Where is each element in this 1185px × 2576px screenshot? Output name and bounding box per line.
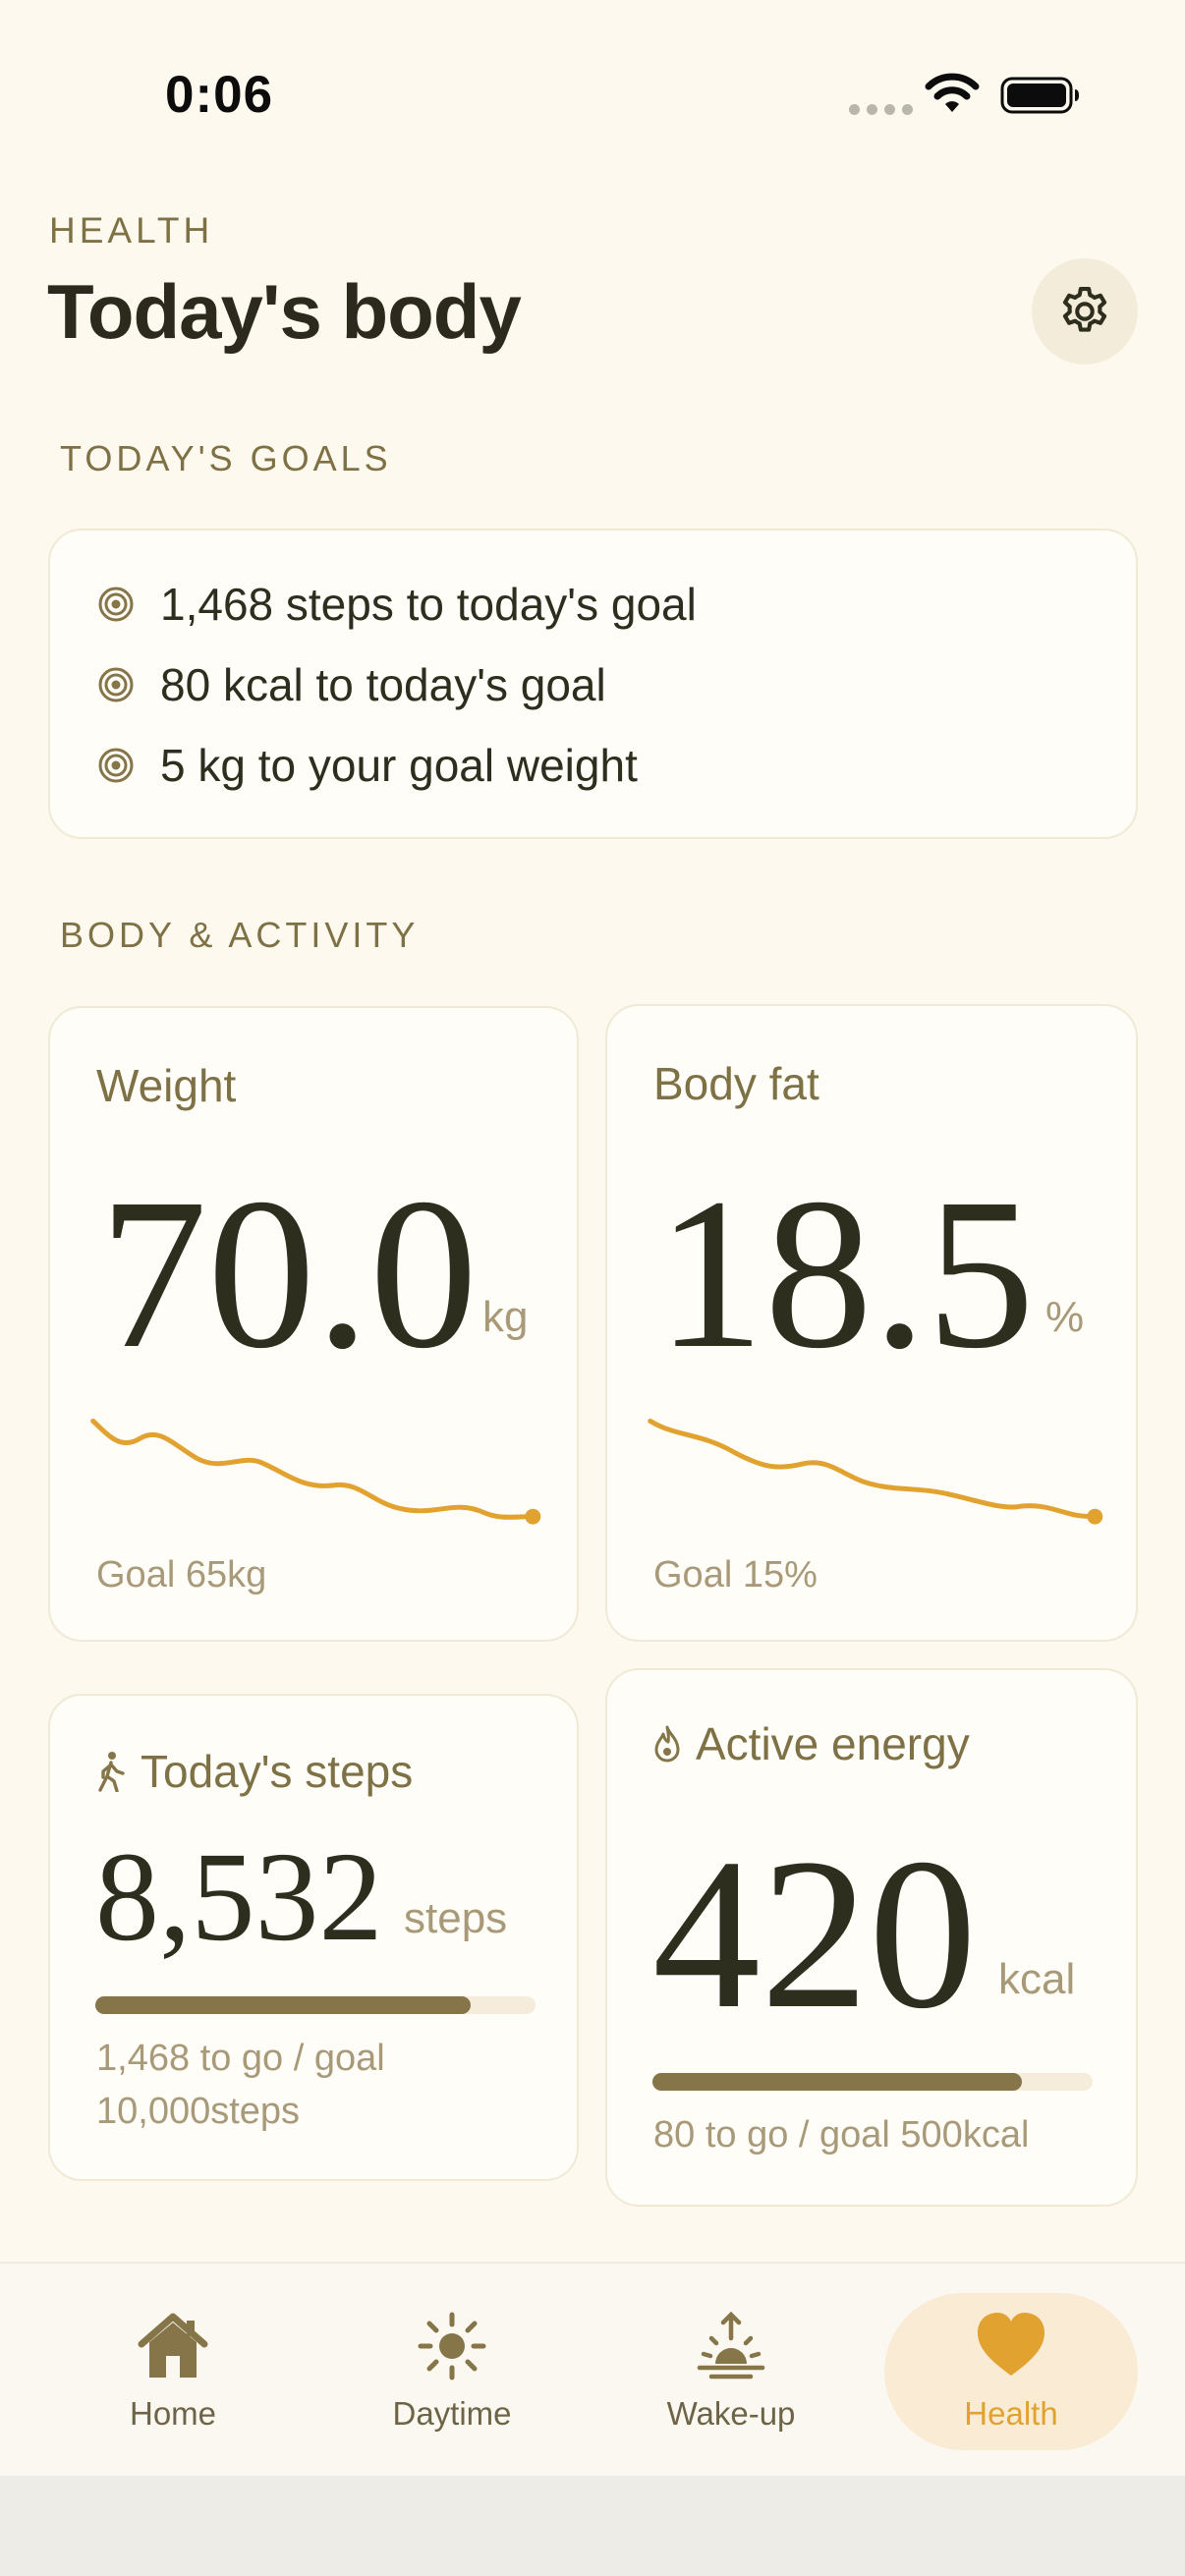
body-fat-label: Body fat	[653, 1058, 819, 1109]
status-time: 0:06	[165, 66, 274, 124]
status-bar: 0:06	[0, 0, 1185, 187]
cellular-signal-icon	[849, 104, 913, 115]
page-title: Today's body	[47, 268, 522, 355]
tab-wake-up[interactable]: Wake-up	[652, 2293, 810, 2450]
target-icon	[98, 667, 134, 702]
tab-bar: Home Daytime Wake-up Health	[0, 2262, 1185, 2476]
weight-goal: Goal 65kg	[96, 1554, 267, 1596]
energy-header: Active energy	[652, 1717, 970, 1770]
steps-value: 8,532	[95, 1826, 383, 1968]
energy-progress-fill	[652, 2073, 1023, 2091]
steps-remaining: 1,468 to go / goal 10,000steps	[96, 2032, 385, 2138]
goal-item: 5 kg to your goal weight	[97, 739, 638, 792]
weight-label: Weight	[96, 1060, 237, 1111]
energy-value: 420	[652, 1814, 977, 2053]
tab-home-label: Home	[129, 2395, 217, 2432]
steps-unit: steps	[404, 1894, 508, 1942]
flame-icon	[654, 1725, 680, 1763]
goals-section-label: TODAY'S GOALS	[60, 438, 392, 478]
steps-progress-fill	[95, 1996, 472, 2014]
tab-health[interactable]: Health	[884, 2293, 1138, 2450]
home-indicator-area	[0, 2476, 1185, 2576]
walking-person-icon	[98, 1752, 125, 1792]
target-icon	[98, 587, 134, 622]
goals-card: 1,468 steps to today's goal 80 kcal to t…	[48, 529, 1138, 839]
sun-icon	[418, 2312, 486, 2380]
heart-icon	[978, 2313, 1044, 2376]
weight-trend-sparkline	[90, 1418, 541, 1525]
steps-header: Today's steps	[95, 1745, 413, 1798]
active-energy-card[interactable]: Active energy 420 kcal 80 to go / goal 5…	[605, 1668, 1138, 2207]
goal-text: 1,468 steps to today's goal	[160, 579, 697, 630]
tab-home[interactable]: Home	[94, 2293, 252, 2450]
steps-label: Today's steps	[141, 1746, 414, 1797]
body-fat-trend-sparkline	[648, 1418, 1103, 1525]
weight-unit: kg	[482, 1293, 529, 1341]
body-fat-goal: Goal 15%	[653, 1554, 818, 1596]
tab-daytime[interactable]: Daytime	[373, 2293, 531, 2450]
steps-remaining-line2: 10,000steps	[96, 2091, 301, 2132]
gear-icon	[1062, 286, 1107, 332]
steps-remaining-line1: 1,468 to go / goal	[96, 2038, 385, 2079]
goal-text: 80 kcal to today's goal	[160, 659, 606, 710]
energy-unit: kcal	[998, 1955, 1076, 2003]
body-fat-value: 18.5	[656, 1153, 1035, 1393]
energy-progress-bar	[652, 2073, 1093, 2091]
battery-icon	[1000, 77, 1079, 114]
sunrise-icon	[697, 2311, 765, 2380]
target-icon	[98, 748, 134, 783]
tab-daytime-label: Daytime	[392, 2395, 512, 2432]
goal-text: 5 kg to your goal weight	[160, 740, 638, 791]
weight-card[interactable]: Weight 70.0 kg Goal 65kg	[48, 1006, 579, 1642]
goal-item: 1,468 steps to today's goal	[97, 578, 697, 631]
steps-progress-bar	[95, 1996, 536, 2014]
energy-remaining: 80 to go / goal 500kcal	[653, 2114, 1030, 2156]
wifi-icon	[925, 73, 980, 112]
weight-value: 70.0	[99, 1153, 478, 1393]
body-section-label: BODY & ACTIVITY	[60, 915, 420, 955]
goal-item: 80 kcal to today's goal	[97, 658, 606, 711]
tab-wake-up-label: Wake-up	[666, 2395, 796, 2432]
body-fat-unit: %	[1045, 1293, 1085, 1341]
steps-card[interactable]: Today's steps 8,532 steps 1,468 to go / …	[48, 1694, 579, 2181]
section-eyebrow: HEALTH	[49, 210, 214, 251]
settings-button[interactable]	[1032, 258, 1138, 364]
body-fat-card[interactable]: Body fat 18.5 % Goal 15%	[605, 1004, 1138, 1642]
energy-label: Active energy	[696, 1718, 970, 1769]
tab-health-label: Health	[964, 2395, 1058, 2432]
house-icon	[138, 2313, 208, 2378]
